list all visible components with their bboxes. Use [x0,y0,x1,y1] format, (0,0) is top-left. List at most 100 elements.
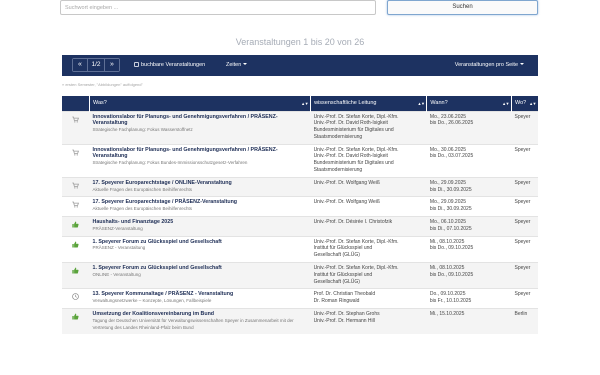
table-row[interactable]: Innovationslabor für Planungs- und Geneh… [62,143,538,178]
search-input[interactable] [60,0,376,15]
location-cell: Speyer [511,143,538,178]
event-subtitle: PRÄSENZ - Veranstaltung [92,245,146,251]
leitung-line: Univ.-Prof. Dr. Désirée I. Christofzik [313,219,393,226]
pager: « 1/2 » [72,58,120,72]
table-row[interactable]: 17. Speyerer Europarechtstage / PRÄSENZ-… [62,196,538,217]
event-cell: 1. Speyerer Forum zu Glücksspiel und Ges… [89,262,311,289]
location-cell: Berlin [511,308,538,335]
leitung-cell: Univ.-Prof. Dr. Stefan Korte, Dipl.-Kfm.… [310,235,427,263]
table-row[interactable]: Umsetzung der Koalitionsvereinbarung im … [62,308,538,335]
leitung-cell: Univ.-Prof. Dr. Désirée I. Christofzik [310,216,427,237]
leitung-line: Univ.-Prof. Dr. Stefan Korte, Dipl.-Kfm. [313,146,399,153]
caret-down-icon [520,63,524,65]
previous-page-button[interactable]: « [73,59,87,71]
wann-cell: Mo., 29.09.2025 bis Di., 30.09.2025 [426,176,512,197]
date-line: Mi., 15.10.2025 [429,311,465,318]
leitung-line: Univ.-Prof. Dr. Stefan Korte, Dipl.-Kfm. [313,113,399,120]
leitung-cell: Prof. Dr. Christian Theobald Dr. Roman Ri… [310,288,427,309]
date-line: bis Di., 30.09.2025 [429,206,472,213]
status-cell [62,110,90,145]
table-row[interactable]: 1. Speyerer Forum zu Glücksspiel und Ges… [62,262,538,289]
location-cell: Speyer [511,288,538,309]
zeiten-label: Zeiten [226,62,242,68]
events-table: Was? ▲▼ wissenschaftliche Leitung ▲▼ Wann?… [62,96,538,335]
caret-down-icon [243,63,248,65]
status-cell [62,308,90,335]
table-row[interactable]: 13. Speyerer Kommunaltage / PRÄSENZ - Ve… [62,288,538,309]
leitung-line: Univ.-Prof. Dr. Stefan Korte, Dipl.-Kfm. [313,238,399,245]
event-subtitle: Verwaltungsnetzwerke – Konzepte, Lösunge… [92,298,212,304]
location-cell: Speyer [511,216,538,237]
event-cell: Innovationslabor für Planungs- und Geneh… [89,110,311,145]
leitung-cell: Univ.-Prof. Dr. Stefan Korte, Dipl.-Kfm.… [310,262,427,289]
table-row[interactable]: Innovationslabor für Planungs- und Geneh… [62,110,538,145]
leitung-line: Univ.-Prof. Dr. Wolfgang Weiß [313,199,380,206]
leitung-line: Dr. Roman Ringwald [313,298,360,305]
date-line: Mi., 08.10.2025 [429,265,465,272]
header-wann[interactable]: Wann? ▲▼ [426,96,513,111]
cart-icon [72,182,80,191]
next-page-button[interactable]: » [105,59,119,71]
wann-cell: Mo., 29.09.2025 bis Di., 30.09.2025 [426,196,512,217]
wann-cell: Mo., 30.06.2025 bis Do., 03.07.2025 [426,143,512,178]
breadcrumb: » ersten Semester, "Abbildungen" auffolg… [62,82,143,87]
sort-icon[interactable]: ▲▼ [301,101,308,106]
table-row[interactable]: Haushalts- und Finanztage 2025 PRÄSENZ-Ve… [62,216,538,237]
leitung-line: Univ.-Prof. Dr. Stephan Grohs [313,311,380,318]
bookable-checkbox[interactable] [134,62,139,67]
leitung-line: Staatsmodernisierung [313,133,363,140]
cart-icon [72,202,80,210]
date-line: bis Di., 07.10.2025 [429,225,472,232]
sort-icon[interactable]: ▲▼ [502,101,509,106]
header-was[interactable]: Was? ▲▼ [89,96,312,111]
wann-cell: Do., 09.10.2025 bis Fr., 10.10.2025 [426,288,512,309]
event-title[interactable]: Umsetzung der Koalitionsvereinbarung im … [93,311,308,318]
event-title[interactable]: 17. Speyerer Europarechtstage / ONLINE-V… [93,180,308,187]
date-line: Mo., 30.06.2025 [429,146,467,153]
status-cell [62,176,90,197]
date-line: Mi., 08.10.2025 [429,238,465,245]
event-subtitle: Aktuelle Fragen des Europäischen Beihilf… [92,186,193,192]
leitung-line: Bundesministerium für Digitales und [313,127,394,134]
header-leitung[interactable]: wissenschaftliche Leitung ▲▼ [310,96,428,111]
search-button[interactable]: Suchen [387,0,538,15]
event-title[interactable]: Haushalts- und Finanztage 2025 [93,219,308,226]
wann-cell: Mi., 08.10.2025 bis Do., 09.10.2025 [426,235,512,263]
date-line: bis Do., 09.10.2025 [429,271,474,278]
header-status [62,96,90,111]
sort-icon[interactable]: ▲▼ [417,101,424,106]
results-summary: Veranstaltungen 1 bis 20 von 26 [235,37,365,47]
event-cell: Umsetzung der Koalitionsvereinbarung im … [89,308,311,335]
thumbs-up-icon [72,313,79,322]
leitung-line: Univ.-Prof. Dr. Hermann Hill [313,317,375,324]
cart-icon [72,149,80,158]
wann-cell: Mi., 08.10.2025 bis Do., 09.10.2025 [426,262,512,289]
date-line: bis Do., 09.10.2025 [429,245,474,252]
zeiten-dropdown[interactable]: Zeiten [226,55,248,76]
bookable-filter[interactable]: buchbare Veranstaltungen [134,55,205,76]
bookable-label: buchbare Veranstaltungen [141,62,206,68]
status-cell [62,235,90,263]
leitung-cell: Univ.-Prof. Dr. Wolfgang Weiß [310,196,427,217]
event-title[interactable]: Innovationslabor für Planungs- und Geneh… [93,147,308,161]
leitung-cell: Univ.-Prof. Dr. Stefan Korte, Dipl.-Kfm.… [310,110,427,145]
per-page-dropdown[interactable]: Veranstaltungen pro Seite [455,55,524,76]
status-cell [62,288,90,309]
table-row[interactable]: 17. Speyerer Europarechtstage / ONLINE-V… [62,176,538,197]
leitung-line: Univ.-Prof. Dr. Wolfgang Weiß [313,179,380,186]
event-title[interactable]: 1. Speyerer Forum zu Glücksspiel und Ges… [93,265,308,272]
event-subtitle: Aktuelle Fragen des Europäischen Beihilf… [92,206,193,212]
event-cell: 1. Speyerer Forum zu Glücksspiel und Ges… [89,235,311,263]
event-title[interactable]: Innovationslabor für Planungs- und Geneh… [93,114,308,128]
thumbs-up-icon [72,267,79,276]
header-wo[interactable]: Wo? ▲▼ [511,96,538,111]
location-cell: Speyer [511,262,538,289]
event-title[interactable]: 13. Speyerer Kommunaltage / PRÄSENZ - Ve… [93,291,308,298]
date-line: Mo., 29.09.2025 [429,199,467,206]
table-row[interactable]: 1. Speyerer Forum zu Glücksspiel und Ges… [62,235,538,263]
leitung-cell: Univ.-Prof. Dr. Wolfgang Weiß [310,176,427,197]
event-title[interactable]: 17. Speyerer Europarechtstage / PRÄSENZ-… [93,199,308,206]
event-cell: Innovationslabor für Planungs- und Geneh… [89,143,311,178]
event-subtitle: Tagung der Deutschen Universität für Ver… [92,317,294,330]
sort-icon[interactable]: ▲▼ [529,101,536,106]
